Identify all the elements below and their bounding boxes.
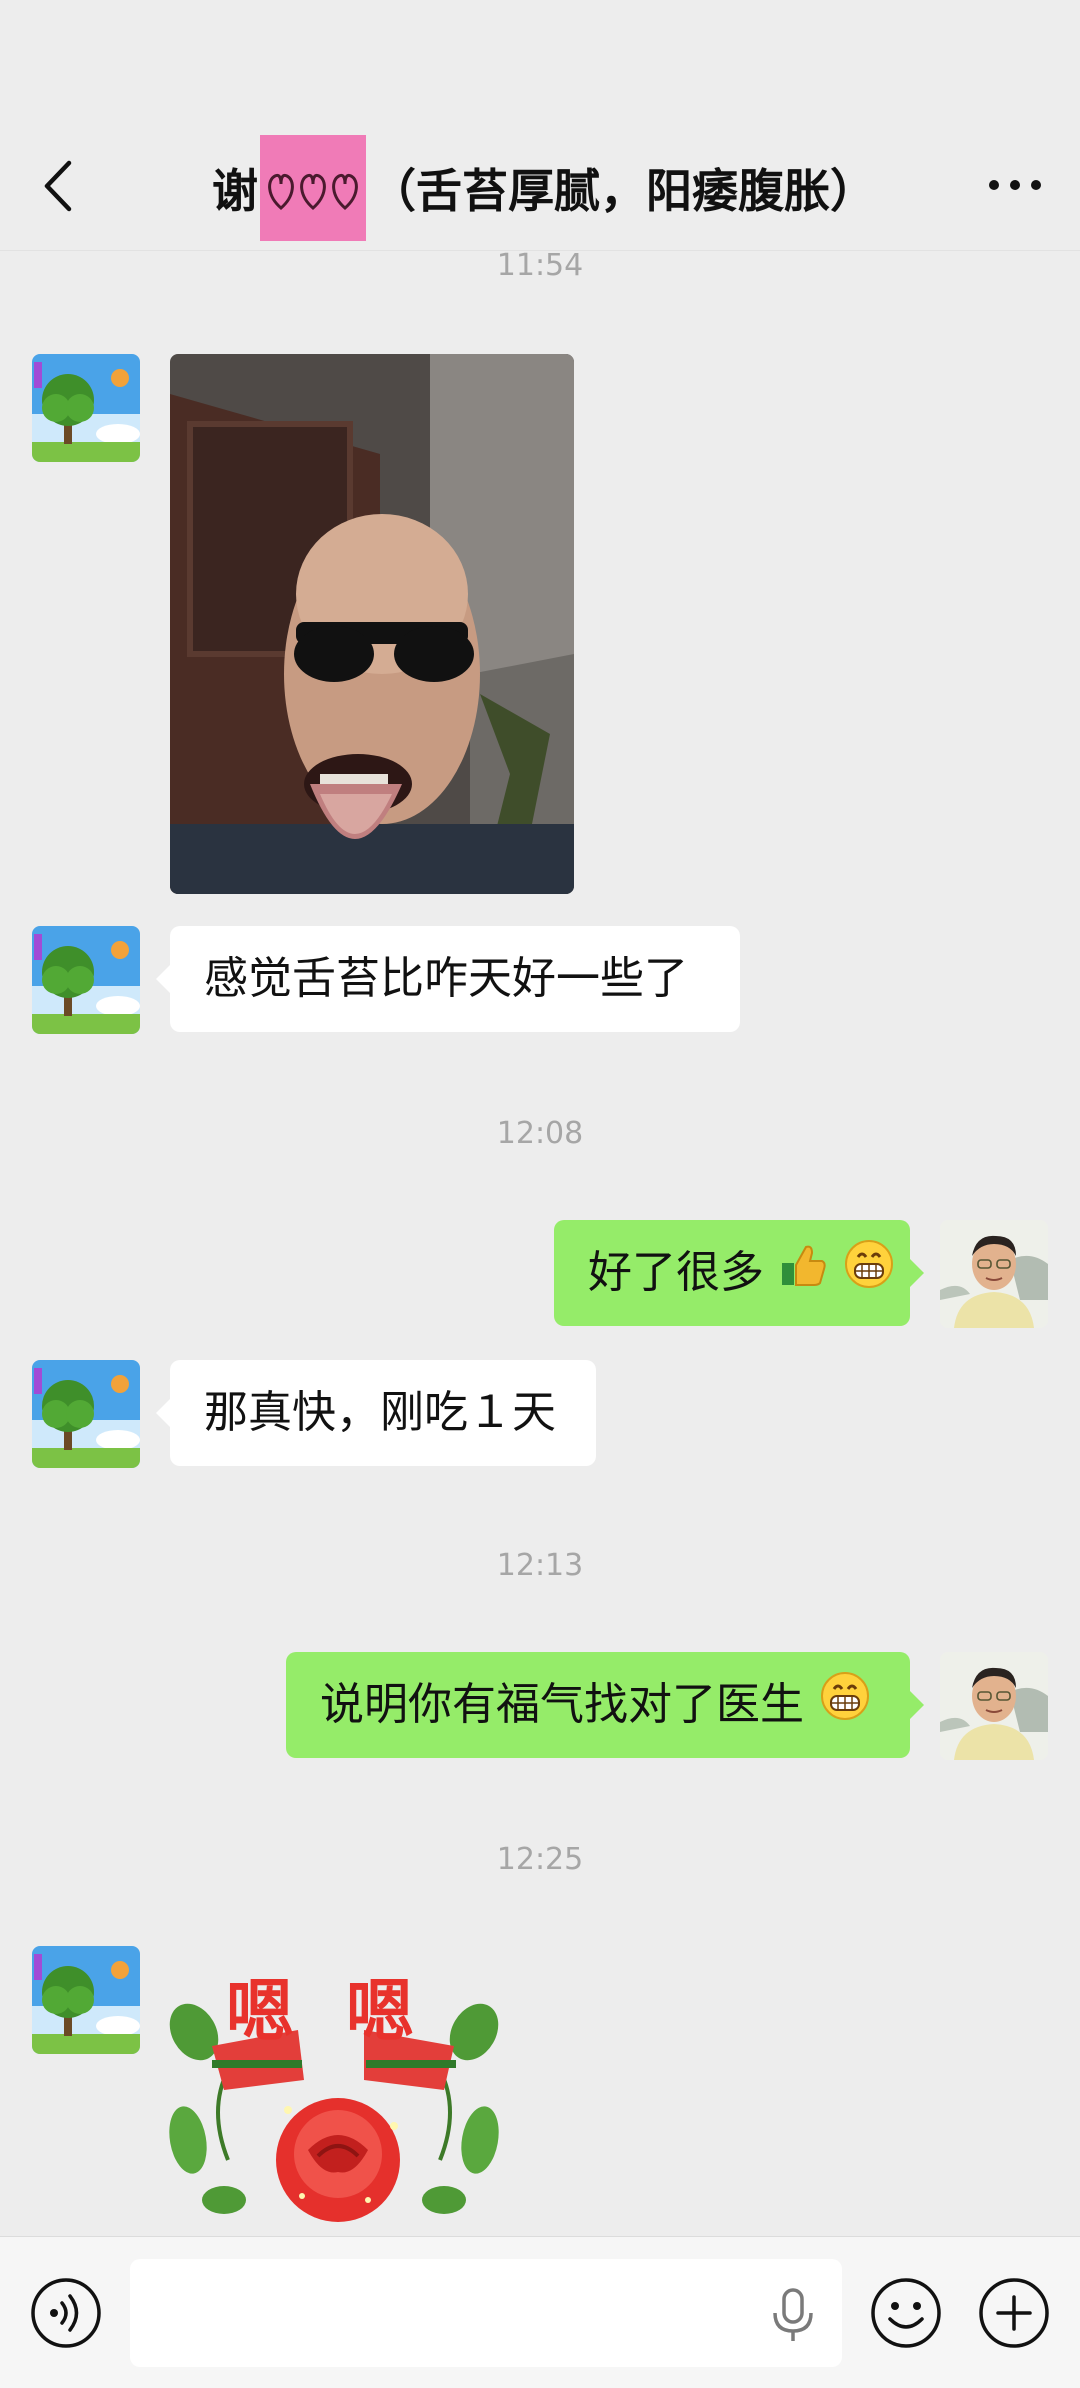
contact-avatar[interactable] [32,354,140,462]
emoji-button[interactable] [868,2275,944,2351]
tongue-photo[interactable] [170,354,574,894]
more-actions-button[interactable] [976,2275,1052,2351]
chat-header: 谢 （舌苔厚腻，阳痿腹胀） [0,0,1080,251]
message-text: 好了很多 [588,1247,764,1298]
message-bubble-sent[interactable]: 说明你有福气找对了医生 [286,1652,924,1760]
contact-avatar[interactable] [32,1360,140,1468]
hearts-sticker-icon [260,135,366,241]
chat-title-prefix: 谢 [212,164,258,218]
tree-landscape-icon [32,354,140,462]
contact-avatar[interactable] [32,1946,140,2054]
timestamp: 11:54 [496,248,584,283]
more-button[interactable] [980,160,1050,210]
voice-input-button[interactable] [28,2275,104,2351]
back-button[interactable] [30,150,86,222]
message-text: 感觉舌苔比咋天好一些了 [204,953,688,1004]
plus-circle-icon [979,2278,1049,2348]
message-input[interactable] [130,2259,842,2367]
timestamp: 12:08 [496,1116,584,1151]
chat-title-suffix: （舌苔厚腻，阳痿腹胀） [370,164,876,218]
chat-screen: 谢 （舌苔厚腻，阳痿腹胀） 11:54 感觉舌苔比咋天好一些了 12:08 好了… [0,0,1080,2388]
input-bar [0,2236,1080,2388]
self-avatar[interactable] [940,1220,1048,1328]
message-text: 那真快，刚吃１天 [204,1387,556,1438]
timestamp: 12:25 [496,1842,584,1877]
thumbs-up-icon [780,1222,828,1328]
rose-sticker[interactable]: 嗯 嗯 [168,1950,500,2240]
microphone-icon[interactable] [766,2287,820,2343]
grin-emoji-icon [820,1654,870,1760]
sticker-text: 嗯 [226,1972,295,2052]
self-avatar[interactable] [940,1652,1048,1760]
tree-landscape-icon [32,1946,140,2054]
message-bubble-sent[interactable]: 好了很多 [554,1220,924,1328]
tree-landscape-icon [32,1360,140,1468]
doctor-portrait-icon [940,1652,1048,1760]
sticker-text: 嗯 [346,1972,415,2052]
tree-landscape-icon [32,926,140,1034]
more-dots-icon [989,180,1041,190]
chevron-left-icon [44,160,72,212]
rose-sticker-icon [169,2003,499,2222]
message-bubble-received[interactable]: 感觉舌苔比咋天好一些了 [156,926,740,1032]
message-text: 说明你有福气找对了医生 [320,1679,804,1730]
tongue-photo-image [170,354,574,894]
grin-emoji-icon [844,1222,894,1328]
timestamp: 12:13 [496,1548,584,1583]
contact-avatar[interactable] [32,926,140,1034]
voice-icon [31,2278,101,2348]
doctor-portrait-icon [940,1220,1048,1328]
chat-title: 谢 （舌苔厚腻，阳痿腹胀） [212,135,876,241]
smiley-icon [871,2278,941,2348]
message-bubble-received[interactable]: 那真快，刚吃１天 [156,1360,596,1466]
